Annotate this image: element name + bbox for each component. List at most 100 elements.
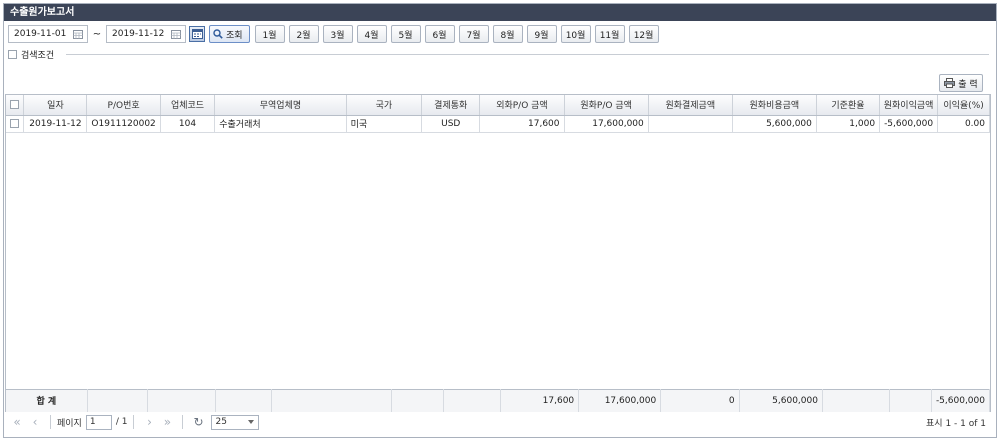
column-header[interactable]: 원화결제금액 xyxy=(648,95,733,116)
table-header-row: 일자 P/O번호 업체코드 무역업체명 국가 결제통화 외화P/O 금액 원화P… xyxy=(6,95,990,116)
totals-empty-cell xyxy=(271,389,392,412)
row-checkbox[interactable] xyxy=(10,119,20,128)
first-page-icon[interactable]: « xyxy=(8,415,26,429)
row-select-cell[interactable] xyxy=(6,115,25,133)
print-button[interactable]: 출 력 xyxy=(939,74,983,92)
column-header[interactable]: 국가 xyxy=(346,95,423,116)
report-grid: 일자 P/O번호 업체코드 무역업체명 국가 결제통화 외화P/O 금액 원화P… xyxy=(5,94,991,412)
totals-krw-po: 17,600,000 xyxy=(578,389,662,412)
select-all-checkbox[interactable] xyxy=(10,100,20,110)
month-button-10[interactable]: 10월 xyxy=(560,25,591,43)
cell-base-rate: 1,000 xyxy=(816,115,881,133)
search-condition-checkbox[interactable] xyxy=(8,50,17,59)
cell-krw-cost-amount: 5,600,000 xyxy=(732,115,817,133)
page-label: 페이지 xyxy=(57,418,82,429)
totals-krw-settle: 0 xyxy=(660,389,740,412)
month-button-11[interactable]: 11월 xyxy=(594,25,625,43)
month-button-3[interactable]: 3월 xyxy=(322,25,353,43)
date-range-separator: ~ xyxy=(92,28,102,40)
search-label: 조회 xyxy=(226,30,243,41)
totals-empty-cell xyxy=(87,389,149,412)
column-header[interactable]: 외화P/O 금액 xyxy=(479,95,565,116)
totals-empty-cell xyxy=(443,389,501,412)
select-all-header[interactable] xyxy=(6,95,25,116)
column-header[interactable]: 결제통화 xyxy=(421,95,481,116)
condition-divider xyxy=(66,54,989,55)
month-button-2[interactable]: 2월 xyxy=(288,25,319,43)
page-size-select[interactable]: 25 xyxy=(211,414,260,430)
totals-empty-cell xyxy=(822,389,890,412)
pager-divider xyxy=(133,415,135,429)
month-button-5[interactable]: 5월 xyxy=(390,25,421,43)
month-button-6[interactable]: 6월 xyxy=(424,25,455,43)
date-from-value: 2019-11-01 xyxy=(14,29,67,39)
search-condition-label: 검색조건 xyxy=(21,51,55,61)
column-header[interactable]: 원화이익금액 xyxy=(879,95,939,116)
totals-row: 합 계 17,600 17,600,000 0 5,600,000 -5,600… xyxy=(6,389,991,412)
cell-vendor-code: 104 xyxy=(160,115,216,133)
calendar-icon[interactable] xyxy=(73,29,83,39)
totals-table: 합 계 17,600 17,600,000 0 5,600,000 -5,600… xyxy=(6,389,991,412)
chevron-down-icon xyxy=(248,420,255,424)
totals-label: 합 계 xyxy=(6,389,88,412)
totals-empty-cell xyxy=(215,389,272,412)
pager-divider xyxy=(50,415,51,429)
page-info: 표시 1 - 1 of 1 xyxy=(926,418,986,429)
column-header[interactable]: 일자 xyxy=(23,95,88,116)
page-size-value: 25 xyxy=(215,417,227,427)
column-header[interactable]: 원화P/O 금액 xyxy=(564,95,649,116)
month-button-4[interactable]: 4월 xyxy=(356,25,387,43)
cell-country: 미국 xyxy=(346,115,423,133)
refresh-icon[interactable]: ↻ xyxy=(189,415,207,429)
date-to-input[interactable]: 2019-11-12 xyxy=(106,25,186,43)
filter-bar: 2019-11-01 ~ 2019-11-12 조회 1월 2월 3월 4월 5… xyxy=(8,24,663,44)
column-header[interactable]: 무역업체명 xyxy=(214,95,347,116)
month-button-7[interactable]: 7월 xyxy=(458,25,489,43)
cell-profit-rate: 0.00 xyxy=(937,115,990,133)
search-icon xyxy=(213,29,223,39)
month-button-12[interactable]: 12월 xyxy=(628,25,659,43)
date-to-value: 2019-11-12 xyxy=(112,29,165,39)
calendar-icon xyxy=(191,29,203,39)
prev-page-icon[interactable]: ‹ xyxy=(26,415,44,429)
calendar-icon[interactable] xyxy=(171,29,181,39)
cell-krw-settle-amount xyxy=(648,115,733,133)
page-number-value: 1 xyxy=(89,417,96,427)
printer-icon xyxy=(944,78,956,88)
cell-foreign-po-amount: 17,600 xyxy=(479,115,565,133)
totals-krw-profit: -5,600,000 xyxy=(931,389,991,412)
report-table: 일자 P/O번호 업체코드 무역업체명 국가 결제통화 외화P/O 금액 원화P… xyxy=(6,95,990,133)
pagination-bar: « ‹ 페이지 1 / 1 › » ↻ 25 표시 1 - 1 of 1 xyxy=(8,413,990,431)
cell-currency: USD xyxy=(421,115,481,133)
search-button[interactable]: 조회 xyxy=(209,25,250,43)
totals-empty-cell xyxy=(147,389,216,412)
column-header[interactable]: 원화비용금액 xyxy=(732,95,817,116)
table-row[interactable]: 2019-11-12 O1911120002 104 수출거래처 미국 USD … xyxy=(6,115,990,133)
column-header[interactable]: 업체코드 xyxy=(160,95,216,116)
cell-krw-profit: -5,600,000 xyxy=(879,115,939,133)
next-page-icon[interactable]: › xyxy=(140,415,158,429)
date-from-input[interactable]: 2019-11-01 xyxy=(8,25,88,43)
cell-krw-po-amount: 17,600,000 xyxy=(564,115,649,133)
totals-empty-cell xyxy=(391,389,444,412)
column-header[interactable]: 이익율(%) xyxy=(937,95,990,116)
month-button-1[interactable]: 1월 xyxy=(254,25,285,43)
column-header[interactable]: P/O번호 xyxy=(86,95,161,116)
month-buttons: 1월 2월 3월 4월 5월 6월 7월 8월 9월 10월 11월 12월 xyxy=(254,25,663,43)
month-button-9[interactable]: 9월 xyxy=(526,25,557,43)
totals-krw-cost: 5,600,000 xyxy=(739,389,823,412)
last-page-icon[interactable]: » xyxy=(158,415,176,429)
pager-divider xyxy=(182,415,184,429)
totals-foreign-po: 17,600 xyxy=(500,389,580,412)
column-header[interactable]: 기준환율 xyxy=(816,95,881,116)
cell-po-number: O1911120002 xyxy=(86,115,161,133)
search-condition-toggle[interactable]: 검색조건 xyxy=(8,48,54,61)
window-title: 수출원가보고서 xyxy=(4,4,996,21)
calendar-picker-button[interactable] xyxy=(189,26,205,42)
total-pages: / 1 xyxy=(115,417,128,427)
totals-empty-cell xyxy=(889,389,932,412)
cell-date: 2019-11-12 xyxy=(23,115,88,133)
month-button-8[interactable]: 8월 xyxy=(492,25,523,43)
page-number-input[interactable]: 1 xyxy=(85,414,112,430)
print-label: 출 력 xyxy=(958,79,978,90)
